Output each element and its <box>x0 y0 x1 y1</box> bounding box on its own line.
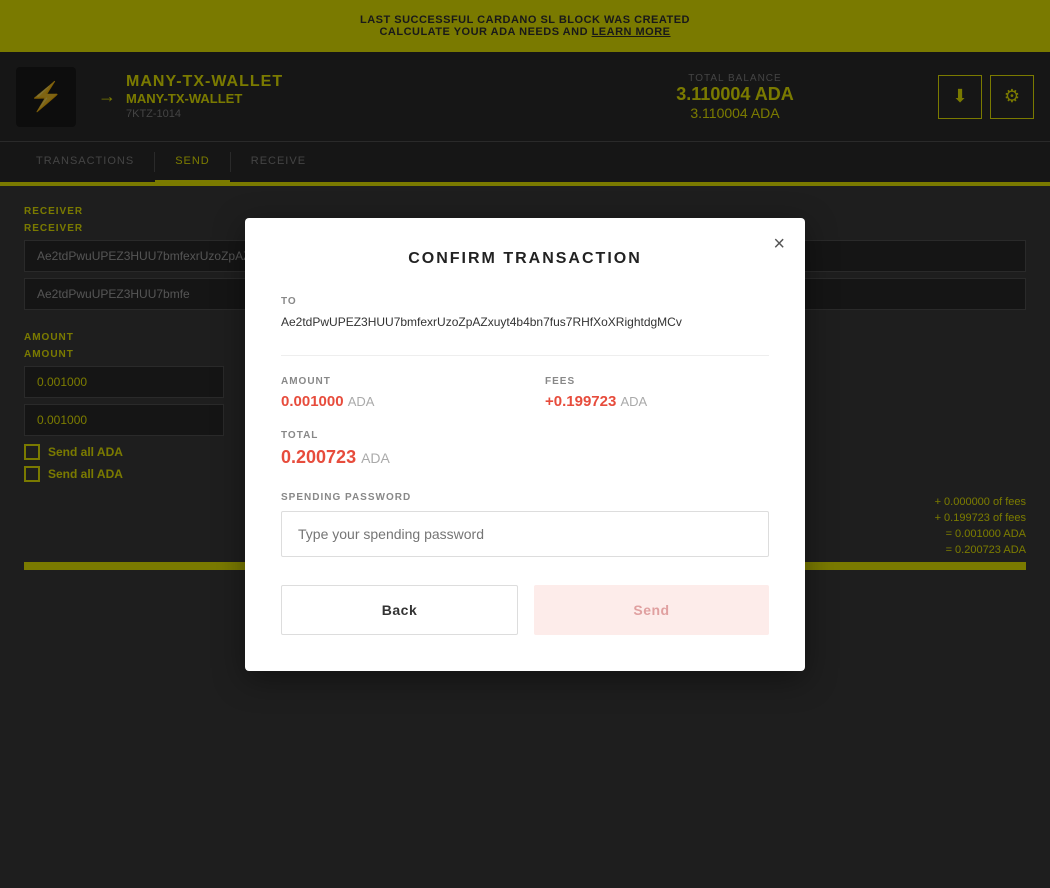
modal-divider-1 <box>281 355 769 356</box>
modal-amount-field: AMOUNT 0.001000 ADA <box>281 376 505 410</box>
send-button[interactable]: Send <box>534 585 769 635</box>
back-button[interactable]: Back <box>281 585 518 635</box>
modal-amount-label: AMOUNT <box>281 376 505 387</box>
modal-total-label: TOTAL <box>281 430 769 441</box>
modal-close-button[interactable]: × <box>773 234 785 254</box>
modal-address: Ae2tdPwUPEZ3HUU7bmfexrUzoZpAZxuyt4b4bn7f… <box>281 313 769 331</box>
modal-buttons: Back Send <box>281 585 769 635</box>
modal-password-label: SPENDING PASSWORD <box>281 492 769 503</box>
modal-fees-label: FEES <box>545 376 769 387</box>
modal-overlay: CONFIRM TRANSACTION × TO Ae2tdPwUPEZ3HUU… <box>0 0 1050 888</box>
confirm-transaction-modal: CONFIRM TRANSACTION × TO Ae2tdPwUPEZ3HUU… <box>245 218 805 671</box>
modal-amount-unit: ADA <box>348 394 375 409</box>
modal-to-label: TO <box>281 296 769 307</box>
modal-title: CONFIRM TRANSACTION <box>281 250 769 268</box>
modal-amount-value: 0.001000 ADA <box>281 393 505 410</box>
modal-fees-field: FEES +0.199723 ADA <box>545 376 769 410</box>
modal-fees-unit: ADA <box>621 394 648 409</box>
modal-total-unit: ADA <box>361 450 390 466</box>
spending-password-input[interactable] <box>281 511 769 557</box>
modal-fees-value: +0.199723 ADA <box>545 393 769 410</box>
modal-total-value: 0.200723 ADA <box>281 447 769 468</box>
modal-amount-fees-row: AMOUNT 0.001000 ADA FEES +0.199723 ADA <box>281 376 769 410</box>
